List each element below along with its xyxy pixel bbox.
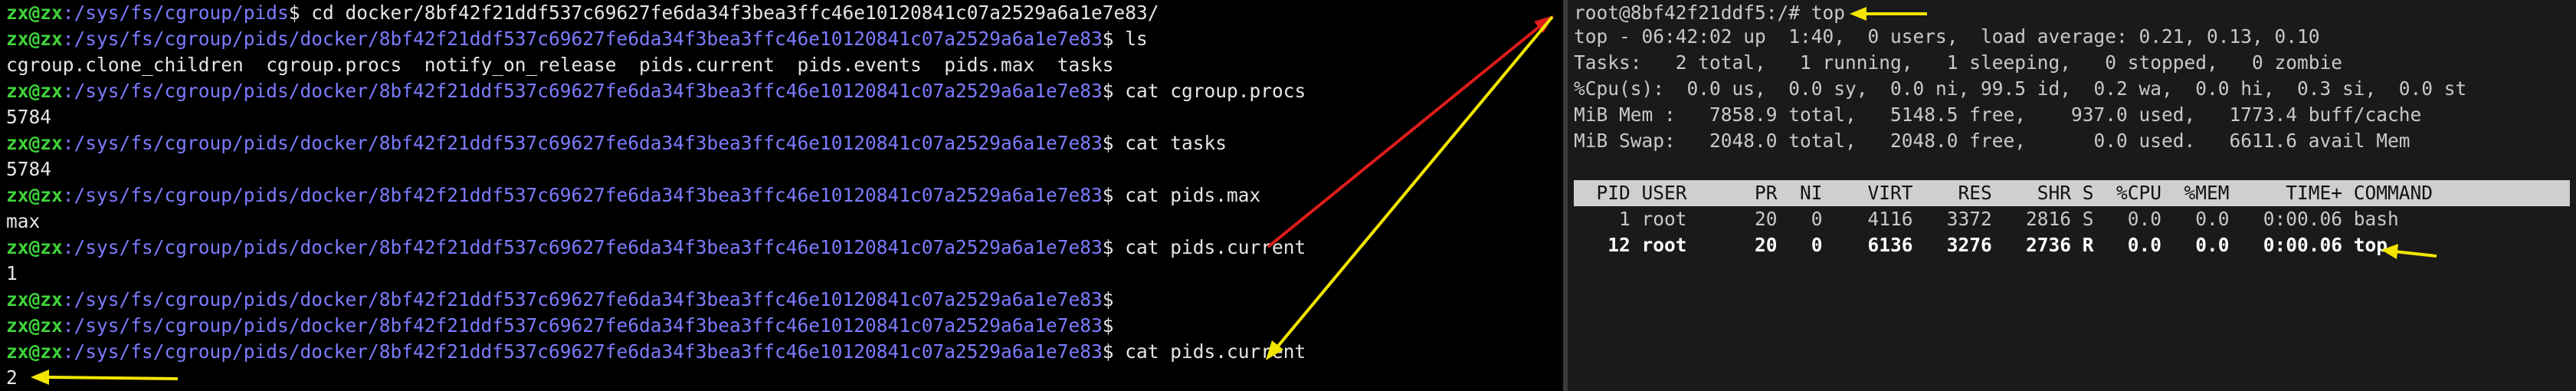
process-row-top: 12 root 20 0 6136 3276 2736 R 0.0 0.0 0:… — [1574, 234, 2388, 256]
shell-command: $ — [1102, 314, 1114, 337]
shell-prompt-line: zx@zx:/sys/fs/cgroup/pids/docker/8bf42f2… — [6, 287, 1114, 313]
right-terminal[interactable]: root@8bf42f21ddf5:/# top top - 06:42:02 … — [1568, 0, 2576, 391]
prompt-user: zx@zx — [6, 340, 63, 363]
command-output-line: 2 — [6, 366, 18, 389]
prompt-user: zx@zx — [6, 28, 63, 50]
prompt-path: :/sys/fs/cgroup/pids/docker/8bf42f21ddf5… — [62, 132, 1103, 154]
command-output-line: 5784 — [6, 106, 52, 128]
shell-prompt-line: zx@zx:/sys/fs/cgroup/pids/docker/8bf42f2… — [6, 235, 1306, 261]
prompt-path: :/sys/fs/cgroup/pids/docker/8bf42f21ddf5… — [62, 236, 1103, 258]
prompt-path: :/sys/fs/cgroup/pids/docker/8bf42f21ddf5… — [62, 184, 1103, 206]
top-uptime-line: top - 06:42:02 up 1:40, 0 users, load av… — [1574, 25, 2320, 48]
shell-command: $ cat tasks — [1102, 132, 1227, 154]
prompt-user: zx@zx — [6, 236, 63, 258]
command-output-line: max — [6, 210, 41, 232]
prompt-user: zx@zx — [6, 314, 63, 337]
shell-command: $ cd docker/8bf42f21ddf537c69627fe6da34f… — [288, 2, 1159, 24]
shell-command: $ ls — [1102, 28, 1148, 50]
prompt-user: zx@zx — [6, 80, 63, 102]
command-output-line: cgroup.clone_children cgroup.procs notif… — [6, 54, 1114, 76]
top-command-prompt: root@8bf42f21ddf5:/# top — [1574, 2, 1846, 24]
command-output-line: 1 — [6, 262, 18, 284]
left-terminal[interactable]: zx@zx:/sys/fs/cgroup/pids$ cd docker/8bf… — [0, 0, 1563, 391]
top-tasks-line: Tasks: 2 total, 1 running, 1 sleeping, 0… — [1574, 51, 2343, 74]
shell-command: $ cat pids.current — [1102, 340, 1306, 363]
prompt-path: :/sys/fs/cgroup/pids/docker/8bf42f21ddf5… — [62, 288, 1103, 310]
prompt-path: :/sys/fs/cgroup/pids — [62, 2, 289, 24]
shell-command: $ cat pids.current — [1102, 236, 1306, 258]
prompt-path: :/sys/fs/cgroup/pids/docker/8bf42f21ddf5… — [62, 314, 1103, 337]
command-output-line: 5784 — [6, 158, 52, 180]
process-table-header: PID USER PR NI VIRT RES SHR S %CPU %MEM … — [1574, 180, 2570, 206]
top-swap-line: MiB Swap: 2048.0 total, 2048.0 free, 0.0… — [1574, 130, 2410, 152]
top-cpu-line: %Cpu(s): 0.0 us, 0.0 sy, 0.0 ni, 99.5 id… — [1574, 77, 2467, 100]
prompt-path: :/sys/fs/cgroup/pids/docker/8bf42f21ddf5… — [62, 340, 1103, 363]
prompt-user: zx@zx — [6, 184, 63, 206]
shell-prompt-line: zx@zx:/sys/fs/cgroup/pids/docker/8bf42f2… — [6, 78, 1306, 104]
shell-command: $ cat pids.max — [1102, 184, 1261, 206]
prompt-user: zx@zx — [6, 132, 63, 154]
shell-prompt-line: zx@zx:/sys/fs/cgroup/pids/docker/8bf42f2… — [6, 130, 1227, 156]
prompt-user: zx@zx — [6, 2, 63, 24]
prompt-path: :/sys/fs/cgroup/pids/docker/8bf42f21ddf5… — [62, 28, 1103, 50]
shell-prompt-line: zx@zx:/sys/fs/cgroup/pids/docker/8bf42f2… — [6, 182, 1260, 209]
shell-command: $ — [1102, 288, 1114, 310]
shell-prompt-line: zx@zx:/sys/fs/cgroup/pids$ cd docker/8bf… — [6, 0, 1159, 26]
process-row-bash: 1 root 20 0 4116 3372 2816 S 0.0 0.0 0:0… — [1574, 208, 2399, 230]
shell-command: $ cat cgroup.procs — [1102, 80, 1306, 102]
prompt-path: :/sys/fs/cgroup/pids/docker/8bf42f21ddf5… — [62, 80, 1103, 102]
prompt-user: zx@zx — [6, 288, 63, 310]
shell-prompt-line: zx@zx:/sys/fs/cgroup/pids/docker/8bf42f2… — [6, 26, 1148, 52]
top-mem-line: MiB Mem : 7858.9 total, 5148.5 free, 937… — [1574, 104, 2422, 126]
shell-prompt-line: zx@zx:/sys/fs/cgroup/pids/docker/8bf42f2… — [6, 313, 1114, 339]
shell-prompt-line: zx@zx:/sys/fs/cgroup/pids/docker/8bf42f2… — [6, 339, 1306, 365]
